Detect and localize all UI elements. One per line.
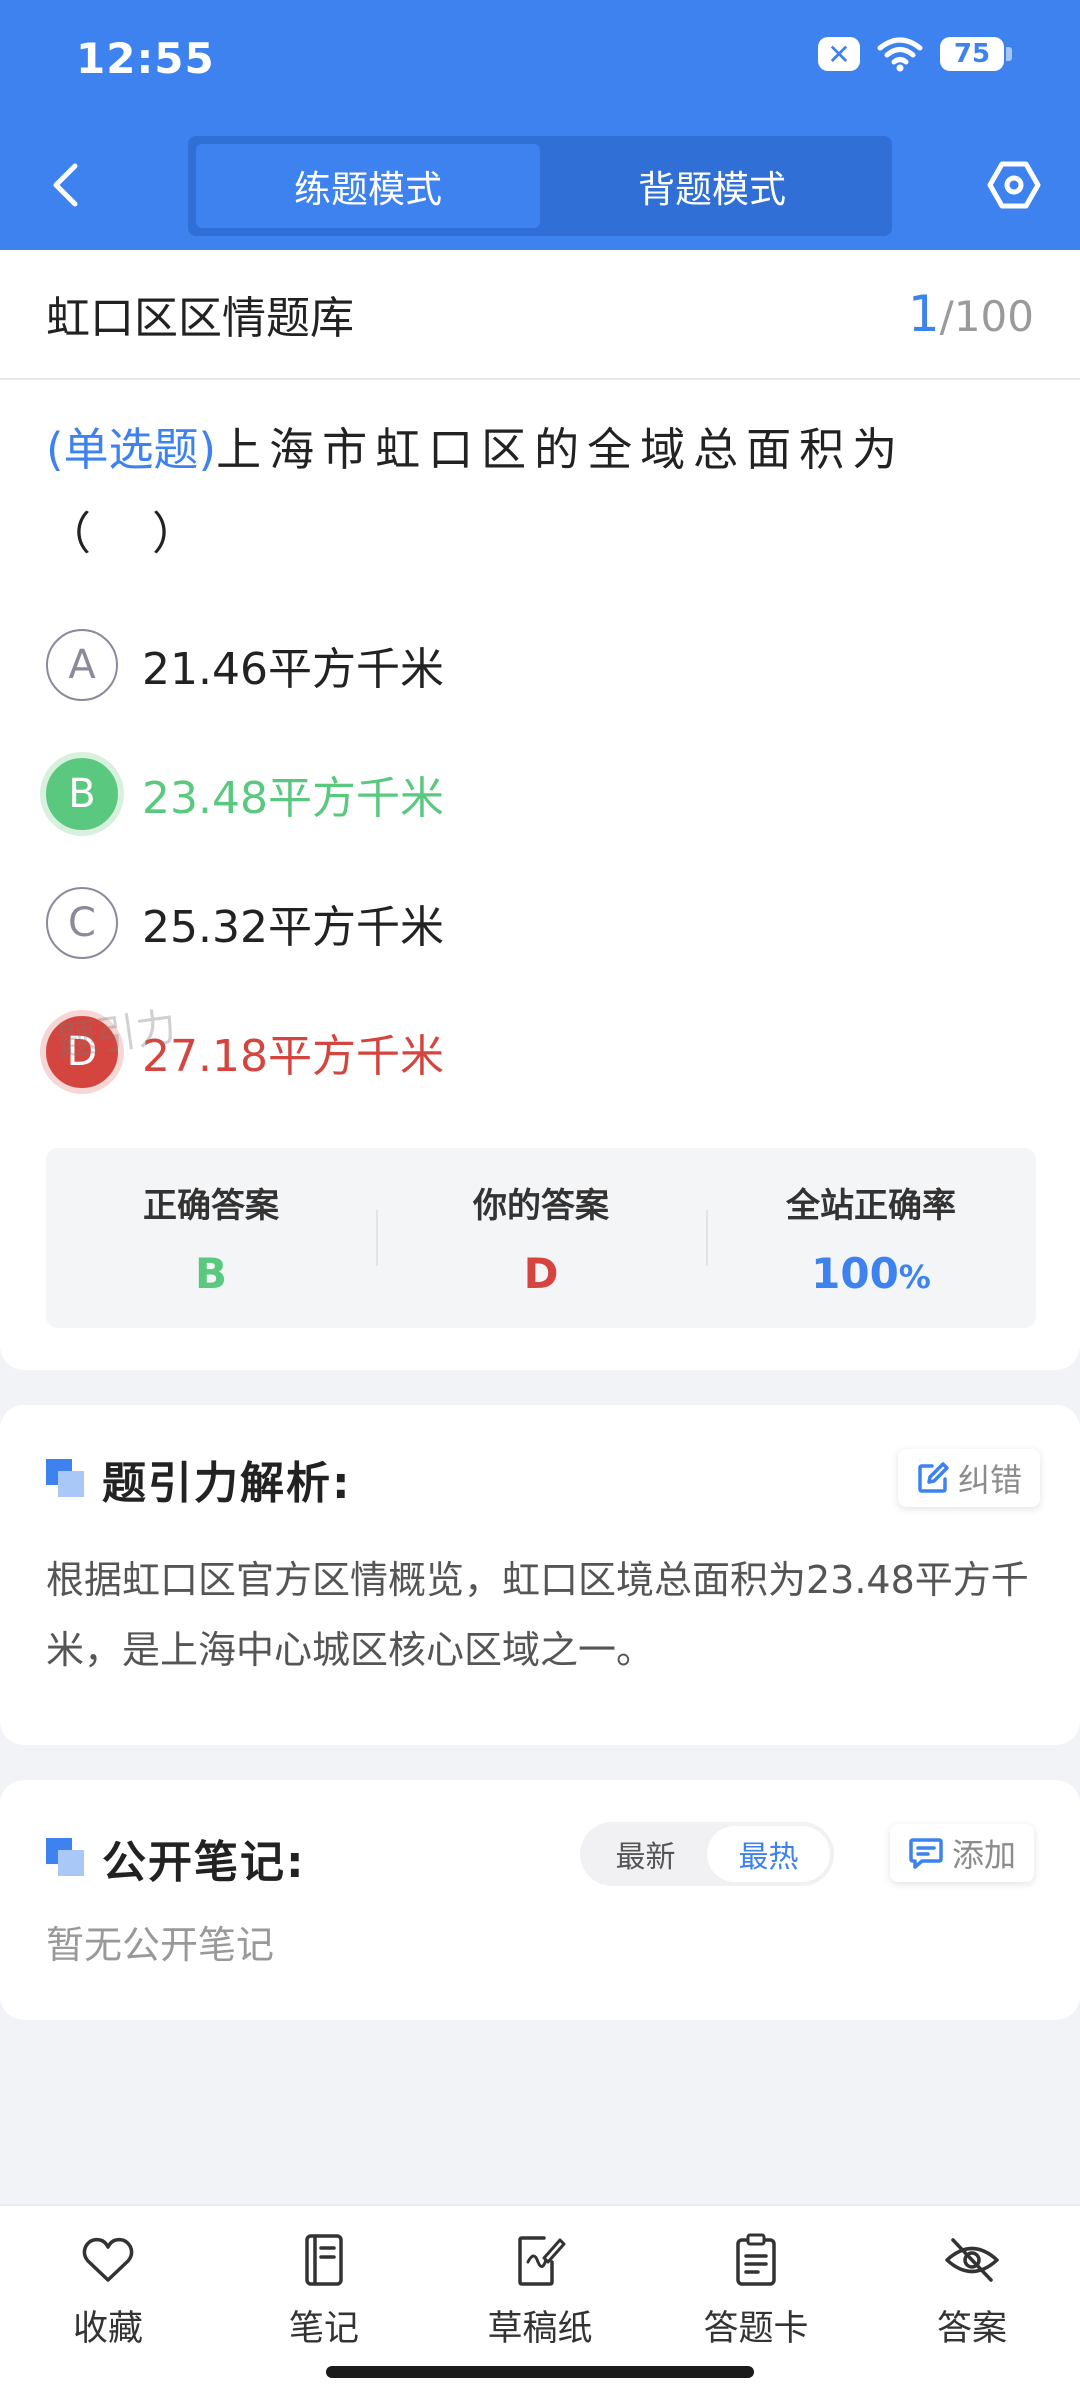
question-bank-title: 虹口区区情题库 xyxy=(46,293,354,344)
notes-header: 公开笔记: xyxy=(46,1826,306,1890)
sort-hottest[interactable]: 最热 xyxy=(707,1826,830,1882)
settings-button[interactable] xyxy=(984,150,1044,220)
nav-label: 笔记 xyxy=(288,2309,359,2349)
public-notes-card: 公开笔记: 最新 最热 添加 暂无公开笔记 xyxy=(0,1780,1080,2020)
mode-switch: 练题模式 背题模式 xyxy=(188,136,892,236)
report-error-label: 纠错 xyxy=(958,1461,1023,1499)
accuracy-value: 100% xyxy=(811,1249,931,1298)
nav-label: 答案 xyxy=(936,2309,1007,2349)
option-text: 23.48平方千米 xyxy=(142,772,444,824)
wifi-icon xyxy=(877,37,923,72)
your-answer-col: 你的答案 D xyxy=(376,1148,706,1328)
correct-answer-value: B xyxy=(194,1249,227,1298)
back-button[interactable] xyxy=(40,150,90,220)
edit-icon xyxy=(918,1462,949,1493)
comment-icon xyxy=(909,1838,943,1869)
eye-hidden-icon xyxy=(942,2230,1002,2290)
option-text: 25.32平方千米 xyxy=(142,901,444,953)
your-answer-value: D xyxy=(523,1249,559,1298)
chevron-left-icon xyxy=(53,163,78,207)
nav-favorite[interactable]: 收藏 xyxy=(0,2206,216,2400)
analysis-text: 根据虹口区官方区情概览，虹口区境总面积为23.48平方千米，是上海中心城区核心区… xyxy=(46,1558,1029,1672)
correct-answer-col: 正确答案 B xyxy=(46,1148,376,1328)
option-a[interactable]: A 21.46平方千米 xyxy=(46,600,1034,729)
sort-newest[interactable]: 最新 xyxy=(584,1826,707,1882)
current-question-number: 1 xyxy=(907,285,940,343)
analysis-card: 题引力解析: 纠错 根据虹口区官方区情概览，虹口区境总面积为23.48平方千米，… xyxy=(0,1405,1080,1745)
option-letter: A xyxy=(46,628,118,701)
option-d[interactable]: D 27.18平方千米 xyxy=(46,987,1034,1116)
empty-notes-text: 暂无公开笔记 xyxy=(46,1923,275,1967)
question-card: 虹口区区情题库 1/100 (单选题)上海市虹口区的全域总面积为（ ） A 21… xyxy=(0,250,1080,1370)
question-stem: (单选题)上海市虹口区的全域总面积为（ ） xyxy=(0,380,1080,600)
status-icons: ✕ 75 xyxy=(818,36,1012,72)
section-squares-icon xyxy=(46,1459,86,1499)
notes-title: 公开笔记: xyxy=(102,1837,306,1888)
nav-label: 收藏 xyxy=(72,2309,143,2349)
option-text: 27.18平方千米 xyxy=(142,1030,444,1082)
add-note-label: 添加 xyxy=(952,1836,1017,1874)
status-time: 12:55 xyxy=(76,34,215,83)
analysis-header: 题引力解析: xyxy=(46,1447,352,1511)
settings-hexagon-icon xyxy=(987,161,1041,209)
question-type: (单选题) xyxy=(46,423,217,476)
sim-off-icon: ✕ xyxy=(818,37,860,71)
nav-label: 答题卡 xyxy=(703,2309,809,2349)
nav-answer[interactable]: 答案 xyxy=(864,2206,1080,2400)
answer-sheet-icon xyxy=(726,2230,786,2290)
accuracy-label: 全站正确率 xyxy=(786,1186,956,1226)
question-counter[interactable]: 1/100 xyxy=(908,285,1034,343)
report-error-button[interactable]: 纠错 xyxy=(898,1449,1041,1507)
answer-result-panel: 正确答案 B 你的答案 D 全站正确率 100% xyxy=(46,1148,1036,1328)
notes-sort-toggle: 最新 最热 xyxy=(580,1822,834,1886)
section-squares-icon xyxy=(46,1838,86,1878)
tab-practice-mode[interactable]: 练题模式 xyxy=(196,144,540,228)
option-text: 21.46平方千米 xyxy=(142,643,444,695)
option-b[interactable]: B 23.48平方千米 xyxy=(46,729,1034,858)
your-answer-label: 你的答案 xyxy=(473,1186,609,1226)
total-questions: /100 xyxy=(939,292,1034,341)
question-bank-row: 虹口区区情题库 1/100 xyxy=(0,250,1080,380)
tab-memorize-mode[interactable]: 背题模式 xyxy=(540,144,884,228)
nav-label: 草稿纸 xyxy=(487,2309,593,2349)
analysis-title: 题引力解析: xyxy=(102,1458,352,1509)
accuracy-col: 全站正确率 100% xyxy=(706,1148,1036,1328)
draft-paper-icon xyxy=(510,2230,570,2290)
option-c[interactable]: C 25.32平方千米 xyxy=(46,858,1034,987)
battery-indicator: 75 xyxy=(940,37,1012,71)
option-letter: B xyxy=(46,757,118,830)
add-note-button[interactable]: 添加 xyxy=(890,1824,1035,1882)
accuracy-unit: % xyxy=(898,1258,931,1296)
top-header: 12:55 ✕ 75 练题模式 背题模式 xyxy=(0,0,1080,250)
correct-answer-label: 正确答案 xyxy=(143,1186,279,1226)
heart-icon xyxy=(78,2230,138,2290)
notebook-icon xyxy=(294,2230,354,2290)
home-indicator[interactable] xyxy=(326,2366,754,2378)
accuracy-number: 100 xyxy=(811,1249,899,1298)
option-letter: C xyxy=(46,886,118,959)
